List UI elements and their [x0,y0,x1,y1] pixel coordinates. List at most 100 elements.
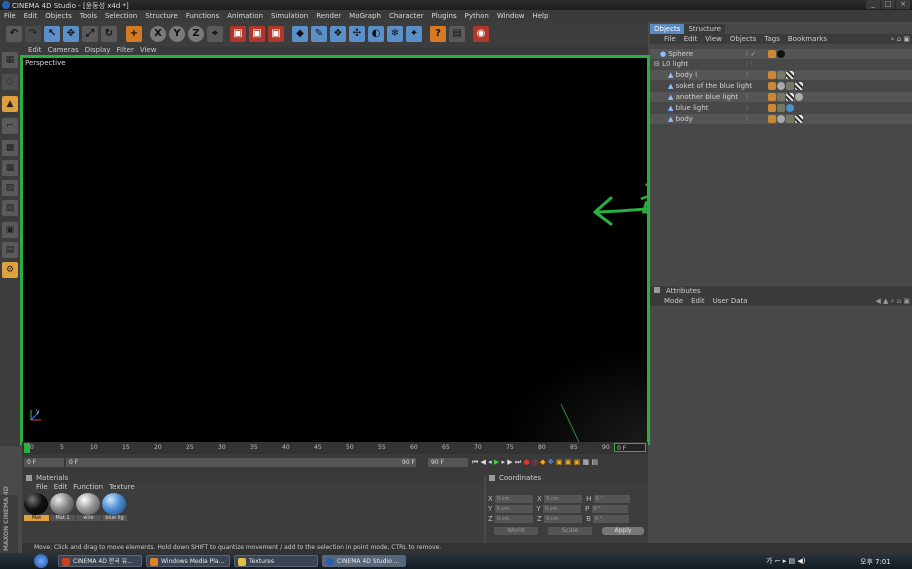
redo-icon[interactable]: ↷ [25,26,41,42]
texture-mode-icon[interactable]: ⌐ [2,118,18,134]
visibility-dots-icon[interactable]: ⁝ ✓ [746,49,756,59]
polygons-mode-icon[interactable]: ▨ [2,200,18,216]
mat-menu-function[interactable]: Function [73,483,109,491]
taskbar-item[interactable]: CINEMA 4D Studio ... [322,555,406,567]
obj-menu-file[interactable]: File [650,34,680,44]
close-button[interactable]: × [896,0,910,9]
size-field[interactable]: 0 cm [544,495,583,503]
visibility-dots-icon[interactable]: ⁝ [746,92,748,102]
size-field[interactable]: 0 cm [543,505,582,513]
attr-menu-edit[interactable]: Edit [687,296,709,306]
menu-mograph[interactable]: MoGraph [345,10,385,22]
obj-menu-bookmarks[interactable]: Bookmarks [784,34,831,44]
key-param-icon[interactable]: ▣ [574,458,581,466]
phong-tag-icon[interactable] [777,93,785,101]
x-axis-icon[interactable]: X [150,26,166,42]
workplane-icon[interactable]: ▩ [2,140,18,156]
menu-help[interactable]: Help [528,10,552,22]
visibility-dots-icon[interactable]: ⁝ ⁝ [746,59,753,69]
material-swatch[interactable]: Mat [24,493,49,521]
deformer-icon[interactable]: ◐ [368,26,384,42]
obj-menu-view[interactable]: View [701,34,726,44]
mat-menu-texture[interactable]: Texture [109,483,135,491]
visibility-dots-icon[interactable]: ⁝ [746,103,748,113]
next-frame-icon[interactable]: ▸ [502,458,506,466]
mat-menu-edit[interactable]: Edit [54,483,74,491]
obj-menu-tags[interactable]: Tags [760,34,784,44]
render-settings-icon[interactable]: ▣ [268,26,284,42]
tag-icon[interactable] [768,115,776,123]
vp-menu-display[interactable]: Display [82,46,114,55]
menu-functions[interactable]: Functions [182,10,223,22]
taskbar-item[interactable]: Textures [234,555,318,567]
menu-tools[interactable]: Tools [76,10,101,22]
object-row[interactable]: ▲ body ⁝ [650,114,912,124]
object-mode-icon[interactable]: ▲ [2,96,18,112]
rotation-field[interactable]: 0 ° [593,495,630,503]
apply-button[interactable]: Apply [602,527,644,535]
light-icon[interactable]: ? [430,26,446,42]
material-swatch[interactable]: Mat.1 [50,493,75,521]
first-frame-icon[interactable]: ⏮ [472,458,478,466]
size-field[interactable]: 0 cm [544,515,583,523]
attr-menu-userdata[interactable]: User Data [709,296,752,306]
array-icon[interactable]: ✣ [349,26,365,42]
object-row[interactable]: ⊟ L0 light ⁝ ⁝ [650,59,912,69]
next-key-icon[interactable]: ▶ [507,458,512,466]
object-row[interactable]: ▲ soket of the blue light ⁝ [650,81,912,91]
attr-nav-icons[interactable]: ◀ ▲ ⌕ ⌂ ▣ [875,296,910,306]
key-pla-icon[interactable]: ▦ [582,458,589,466]
prev-frame-icon[interactable]: ◂ [488,458,492,466]
enable-axis-icon[interactable]: ▣ [2,222,18,238]
points-mode-icon[interactable]: ▦ [2,160,18,176]
end-frame-field[interactable]: 90 F [428,458,468,467]
tab-structure[interactable]: Structure [684,24,726,34]
record-icon[interactable]: ● [523,458,529,466]
menu-objects[interactable]: Objects [41,10,75,22]
taskbar-item[interactable]: Windows Media Pla... [146,555,230,567]
undo-icon[interactable]: ↶ [6,26,22,42]
tag-icon[interactable] [768,71,776,79]
panel-handle-icon[interactable] [26,475,32,481]
tag-icon[interactable] [768,50,776,58]
mograph-icon[interactable]: ◉ [473,26,489,42]
keyframe-icon[interactable]: ◆ [540,458,545,466]
menu-plugins[interactable]: Plugins [428,10,461,22]
menu-simulation[interactable]: Simulation [267,10,312,22]
material-tag-icon[interactable] [777,50,785,58]
position-field[interactable]: 0 cm [495,515,534,523]
frame-range-slider[interactable]: 0 F [66,458,416,467]
visibility-dots-icon[interactable]: ⁝ [746,81,748,91]
menu-file[interactable]: File [0,10,20,22]
y-axis-icon[interactable]: Y [169,26,185,42]
vp-menu-cameras[interactable]: Cameras [45,46,82,55]
visibility-dots-icon[interactable]: ⁝ [746,70,748,80]
vp-menu-view[interactable]: View [137,46,160,55]
system-tray[interactable]: 가 ⌐ ▸ ▤ ◀) [766,556,805,566]
render-picture-viewer-icon[interactable]: ▣ [249,26,265,42]
menu-structure[interactable]: Structure [141,10,182,22]
clock[interactable]: 오후 7:01 [860,557,891,567]
autokey-icon[interactable]: ◎ [532,458,538,466]
environment-icon[interactable]: ❄ [387,26,403,42]
edges-mode-icon[interactable]: ▧ [2,180,18,196]
rotate-icon[interactable]: ↻ [101,26,117,42]
perspective-viewport[interactable]: Perspective y 검정색 [20,55,730,445]
timeline-ruler[interactable]: 0 5 10 15 20 25 30 35 40 45 50 55 60 65 … [22,442,648,454]
coordinate-system-icon[interactable]: ⌖ [207,26,223,42]
last-frame-icon[interactable]: ⏭ [515,458,521,466]
script-icon[interactable]: ▤ [449,26,465,42]
texture-tag-icon[interactable] [795,115,803,123]
texture-tag-icon[interactable] [795,82,803,90]
menu-selection[interactable]: Selection [101,10,141,22]
tag-icon[interactable] [768,93,776,101]
scale-dropdown[interactable]: Scale [548,527,592,535]
object-row[interactable]: ▲ another blue light ⁝ [650,92,912,102]
panel-handle-icon[interactable] [489,475,495,481]
material-tag-icon[interactable] [777,115,785,123]
camera-icon[interactable]: ✦ [406,26,422,42]
timeline-menu-icon[interactable]: ▤ [591,458,598,466]
tag-icon[interactable] [768,82,776,90]
nurbs-icon[interactable]: ❖ [330,26,346,42]
scale-icon[interactable]: ⤢ [82,26,98,42]
